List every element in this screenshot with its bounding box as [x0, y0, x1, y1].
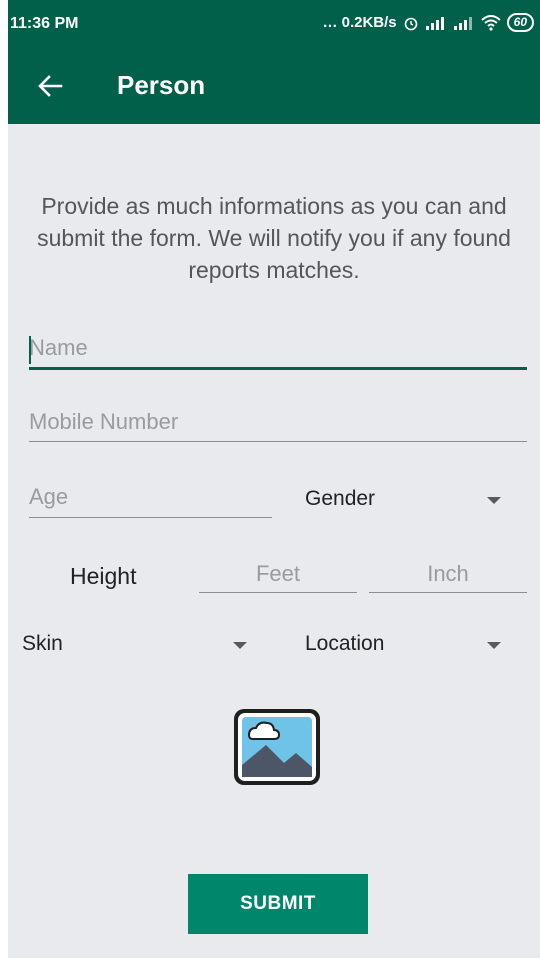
gender-spinner[interactable]: Gender: [305, 485, 515, 513]
chevron-down-icon: [487, 642, 501, 649]
mobile-field[interactable]: [29, 406, 527, 442]
signal-icon: [425, 16, 444, 30]
inch-underline: [369, 592, 527, 593]
inch-field[interactable]: [369, 558, 527, 593]
intro-text: Provide as much informations as you can …: [37, 193, 511, 283]
gender-label: Gender: [305, 487, 376, 510]
inch-input[interactable]: [369, 558, 527, 590]
alarm-icon: [404, 17, 417, 30]
name-input[interactable]: [29, 332, 527, 364]
chevron-down-icon: [233, 642, 247, 649]
wifi-icon: [480, 14, 501, 31]
name-field[interactable]: [29, 332, 527, 370]
chevron-down-icon: [487, 497, 501, 504]
status-time: 11:36 PM: [10, 15, 79, 32]
age-input[interactable]: [29, 481, 272, 513]
arrow-left-icon[interactable]: [34, 70, 66, 102]
signal-2-icon: [453, 16, 472, 30]
battery-icon: 60: [506, 13, 534, 32]
image-placeholder-icon[interactable]: [232, 707, 322, 787]
name-underline: [29, 367, 527, 370]
skin-spinner[interactable]: Skin: [22, 630, 262, 658]
location-spinner[interactable]: Location: [305, 630, 515, 658]
screen: 11:36 PM … 0.2KB/s 60 Person Provide as …: [8, 0, 540, 958]
age-underline: [29, 517, 272, 518]
feet-field[interactable]: [199, 558, 357, 593]
mobile-underline: [29, 441, 527, 442]
text-cursor: [29, 336, 31, 364]
height-label: Height: [70, 563, 137, 589]
feet-underline: [199, 592, 357, 593]
app-toolbar: Person: [8, 48, 540, 124]
age-field[interactable]: [29, 481, 272, 518]
page-title: Person: [117, 70, 206, 100]
feet-input[interactable]: [199, 558, 357, 590]
status-indicators: … 0.2KB/s 60: [322, 13, 534, 32]
network-speed: … 0.2KB/s: [322, 14, 397, 31]
mobile-number-input[interactable]: [29, 406, 527, 438]
submit-button[interactable]: SUBMIT: [188, 874, 368, 934]
skin-label: Skin: [22, 632, 63, 655]
location-label: Location: [305, 632, 385, 655]
status-bar: 11:36 PM … 0.2KB/s 60: [8, 0, 540, 48]
